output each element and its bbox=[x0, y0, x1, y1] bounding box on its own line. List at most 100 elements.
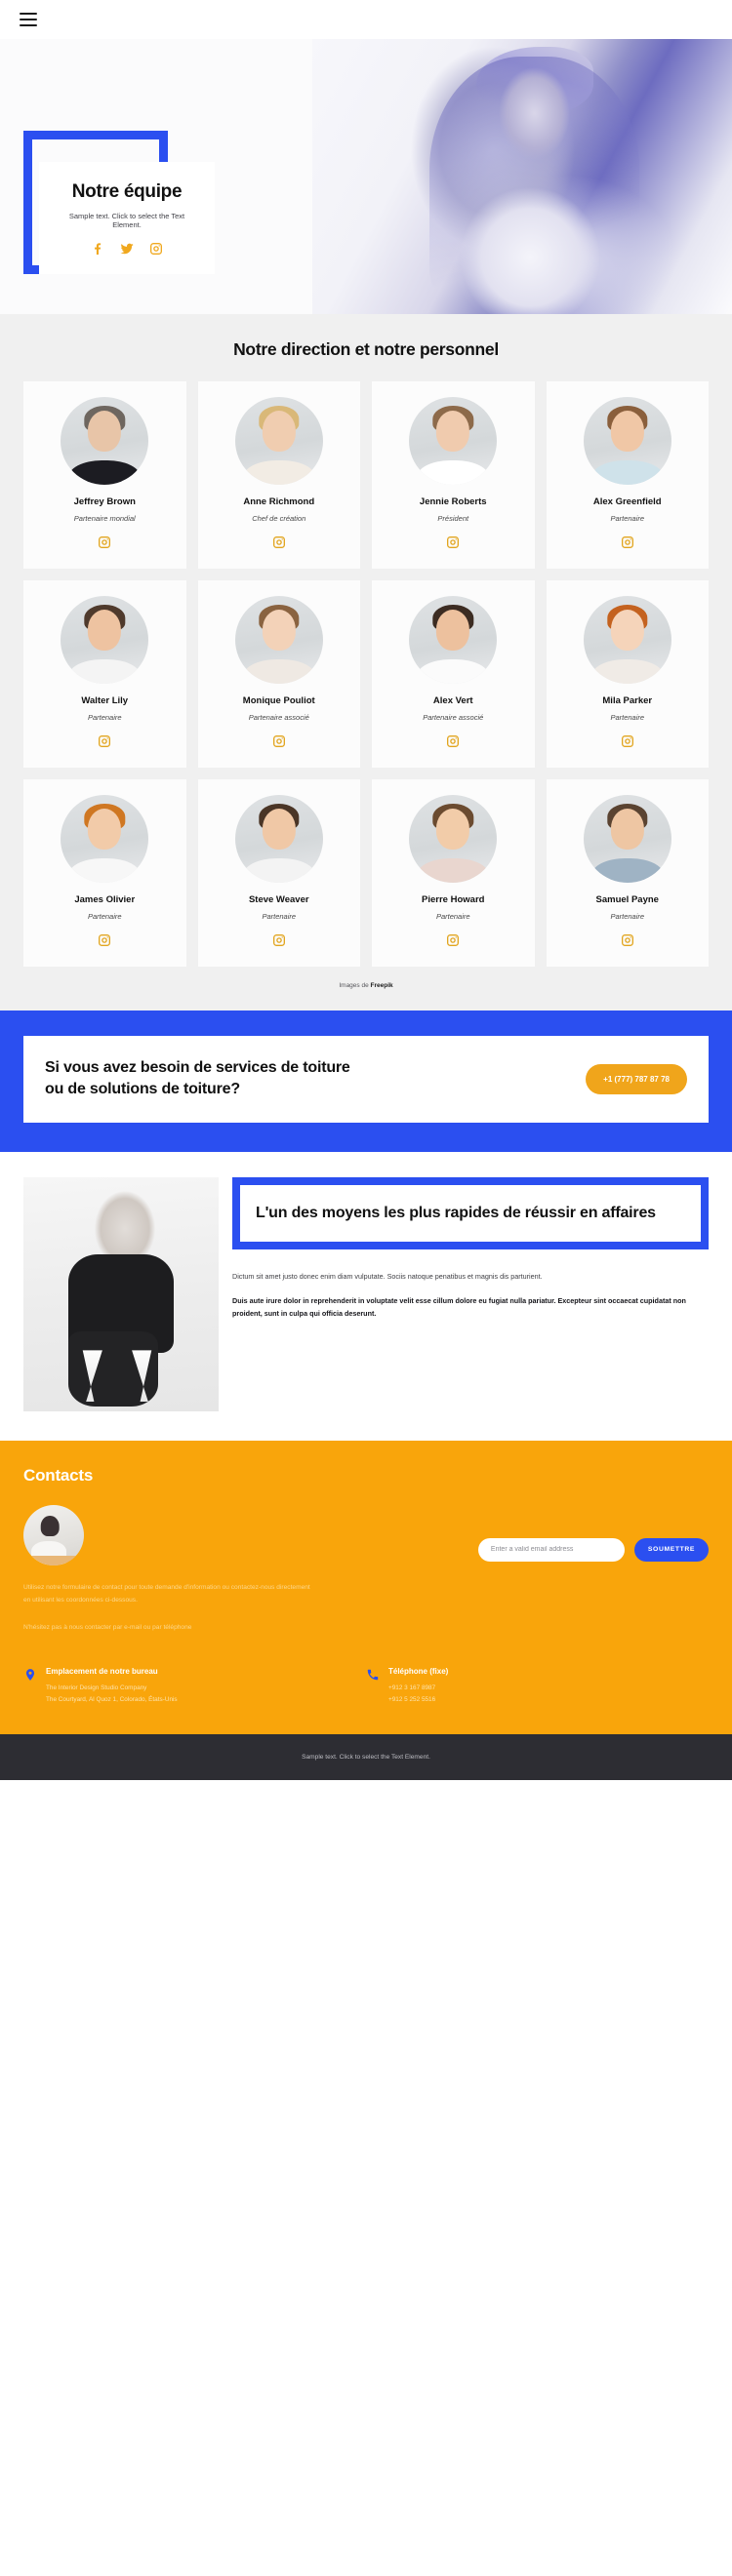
contacts-top-row: Utilisez notre formulaire de contact pou… bbox=[23, 1504, 709, 1635]
hero-section: Notre équipe Sample text. Click to selec… bbox=[0, 39, 732, 314]
team-member-name: Monique Pouliot bbox=[242, 695, 315, 706]
avatar-body bbox=[68, 857, 142, 883]
feature-content: L'un des moyens les plus rapides de réus… bbox=[219, 1176, 709, 1321]
avatar-body bbox=[242, 857, 315, 883]
feature-heading-box: L'un des moyens les plus rapides de réus… bbox=[232, 1176, 709, 1249]
avatar-body bbox=[68, 658, 142, 684]
phone-icon bbox=[366, 1668, 380, 1686]
instagram-icon[interactable] bbox=[271, 932, 287, 948]
feature-paragraph: Dictum sit amet justo donec enim diam vu… bbox=[232, 1271, 543, 1281]
team-member-card: Steve Weaver Partenaire bbox=[197, 779, 360, 967]
team-member-avatar bbox=[234, 397, 323, 485]
contacts-section: Contacts Utilisez notre formulaire de co… bbox=[0, 1440, 732, 1734]
team-member-card: Monique Pouliot Partenaire associé bbox=[197, 580, 360, 768]
team-member-name: Anne Richmond bbox=[243, 496, 315, 507]
team-member-role: Partenaire bbox=[610, 713, 645, 722]
phone-line-1: +912 3 167 8987 bbox=[388, 1684, 436, 1692]
instagram-icon[interactable] bbox=[148, 241, 164, 257]
team-member-name: Jennie Roberts bbox=[419, 496, 487, 507]
team-member-avatar bbox=[61, 795, 149, 883]
office-location-block: Emplacement de notre bureau The Interior… bbox=[23, 1667, 366, 1704]
instagram-icon[interactable] bbox=[620, 932, 635, 948]
cta-phone-button[interactable]: +1 (777) 787 87 78 bbox=[586, 1063, 687, 1094]
team-member-avatar bbox=[234, 596, 323, 684]
team-member-name: Pierre Howard bbox=[422, 894, 485, 905]
avatar-body bbox=[417, 459, 490, 485]
avatar-head bbox=[262, 809, 296, 850]
team-member-avatar bbox=[234, 795, 323, 883]
facebook-icon[interactable] bbox=[90, 241, 105, 257]
instagram-icon[interactable] bbox=[271, 535, 287, 550]
image-credit-source: Freepik bbox=[370, 982, 393, 989]
team-member-role: Partenaire bbox=[262, 912, 297, 921]
instagram-icon[interactable] bbox=[445, 535, 461, 550]
team-member-card: Anne Richmond Chef de création bbox=[197, 381, 360, 569]
avatar-head bbox=[436, 610, 470, 651]
team-member-role: Chef de création bbox=[252, 514, 306, 523]
phone-text: Téléphone (fixe) +912 3 167 8987 +912 5 … bbox=[388, 1667, 448, 1704]
contacts-avatar-desk bbox=[23, 1555, 84, 1565]
feature-paragraph-bold: Duis aute irure dolor in reprehenderit i… bbox=[232, 1296, 686, 1319]
avatar-body bbox=[417, 857, 490, 883]
twitter-icon[interactable] bbox=[119, 241, 135, 257]
contacts-heading: Contacts bbox=[23, 1465, 94, 1485]
team-member-avatar bbox=[409, 795, 498, 883]
team-member-role: Partenaire associé bbox=[248, 713, 309, 722]
office-location-title: Emplacement de notre bureau bbox=[46, 1667, 158, 1677]
team-member-name: Walter Lily bbox=[81, 695, 129, 706]
location-pin-icon bbox=[23, 1668, 37, 1686]
cta-banner-section: Si vous avez besoin de services de toitu… bbox=[0, 1011, 732, 1152]
submit-button[interactable]: SOUMETTRE bbox=[633, 1537, 709, 1562]
team-section: Notre direction et notre personnel Jeffr… bbox=[0, 314, 732, 1011]
burger-line bbox=[20, 24, 37, 26]
instagram-icon[interactable] bbox=[97, 932, 112, 948]
avatar-body bbox=[242, 459, 315, 485]
feature-section: L'un des moyens les plus rapides de réus… bbox=[0, 1151, 732, 1441]
phone-block: Téléphone (fixe) +912 3 167 8987 +912 5 … bbox=[366, 1667, 709, 1704]
instagram-icon[interactable] bbox=[620, 733, 635, 749]
instagram-icon[interactable] bbox=[271, 733, 287, 749]
office-location-line-1: The Interior Design Studio Company bbox=[46, 1684, 147, 1692]
instagram-icon[interactable] bbox=[620, 535, 635, 550]
instagram-icon[interactable] bbox=[445, 733, 461, 749]
team-member-name: Alex Vert bbox=[432, 695, 473, 706]
page-title: Notre équipe bbox=[71, 181, 183, 202]
footer-text: Sample text. Click to select the Text El… bbox=[302, 1753, 430, 1761]
image-credit: Images de Freepik bbox=[0, 982, 732, 989]
contacts-details-row: Emplacement de notre bureau The Interior… bbox=[23, 1667, 709, 1704]
team-member-role: Président bbox=[437, 514, 469, 523]
hamburger-menu-icon[interactable] bbox=[20, 13, 37, 26]
phone-line-2: +912 5 252 5516 bbox=[388, 1695, 436, 1703]
feature-row: L'un des moyens les plus rapides de réus… bbox=[0, 1176, 732, 1411]
office-location-line-2: The Courtyard, Al Quoz 1, Colorado, État… bbox=[46, 1695, 178, 1703]
team-member-card: Alex Greenfield Partenaire bbox=[546, 381, 709, 569]
avatar-head bbox=[88, 809, 122, 850]
instagram-icon[interactable] bbox=[445, 932, 461, 948]
team-member-name: Jeffrey Brown bbox=[73, 496, 136, 507]
team-member-avatar bbox=[409, 397, 498, 485]
avatar-body bbox=[417, 658, 490, 684]
contacts-avatar-head bbox=[40, 1515, 60, 1537]
contacts-intro-1: Utilisez notre formulaire de contact pou… bbox=[23, 1583, 310, 1605]
team-member-card: Jennie Roberts Président bbox=[372, 381, 535, 569]
avatar-body bbox=[590, 658, 664, 684]
team-member-role: Partenaire bbox=[435, 912, 470, 921]
team-member-avatar bbox=[583, 596, 671, 684]
office-location-text: Emplacement de notre bureau The Interior… bbox=[46, 1667, 178, 1704]
cta-card: Si vous avez besoin de services de toitu… bbox=[23, 1036, 709, 1123]
team-member-role: Partenaire bbox=[87, 912, 122, 921]
instagram-icon[interactable] bbox=[97, 733, 112, 749]
newsletter-form-row: SOUMETTRE bbox=[477, 1537, 709, 1562]
team-member-card: Samuel Payne Partenaire bbox=[546, 779, 709, 967]
hero-social-links bbox=[55, 241, 199, 257]
team-member-avatar bbox=[61, 596, 149, 684]
team-member-name: Samuel Payne bbox=[595, 894, 659, 905]
avatar-head bbox=[262, 610, 296, 651]
team-member-avatar bbox=[409, 596, 498, 684]
image-credit-prefix: Images de bbox=[339, 982, 371, 989]
avatar-head bbox=[88, 411, 122, 452]
team-member-name: Steve Weaver bbox=[248, 894, 309, 905]
instagram-icon[interactable] bbox=[97, 535, 112, 550]
team-member-card: Mila Parker Partenaire bbox=[546, 580, 709, 768]
email-input[interactable] bbox=[477, 1537, 625, 1562]
